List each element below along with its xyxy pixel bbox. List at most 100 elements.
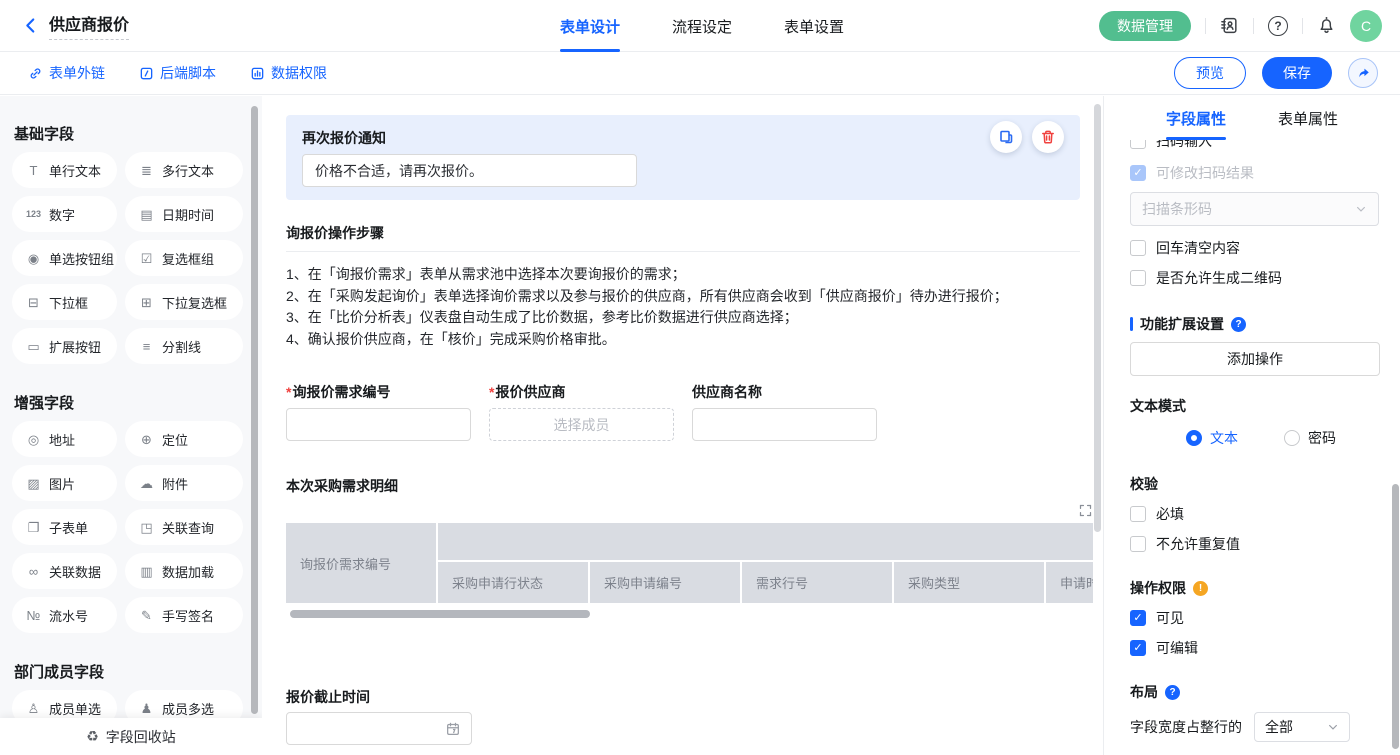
palette-item-单选按钮组[interactable]: ◉单选按钮组 [12,240,117,276]
layout-help-icon[interactable] [1165,685,1180,700]
notice-input[interactable]: 价格不合适，请再次报价。 [302,154,637,187]
panel-tabs: 字段属性 表单属性 [1104,96,1400,140]
field-type-icon: ☑ [138,252,155,265]
palette-item-复选框组[interactable]: ☑ 复选框组 [125,240,243,276]
clear-on-enter-checkbox[interactable] [1130,240,1146,256]
steps-field-label: 询报价操作步骤 [286,224,1056,242]
scan-type-select[interactable]: 扫描条形码 [1130,192,1379,226]
address-book-button[interactable] [1220,16,1239,35]
table-expand-button[interactable] [1078,503,1093,518]
field-type-icon: № [25,609,42,622]
section-bar [1130,317,1133,331]
table-horizontal-scrollbar[interactable] [290,610,590,618]
data-permission-icon [250,66,265,81]
header-tab-流程设定[interactable]: 流程设定 [672,0,732,52]
text-mode-option-密码[interactable]: 密码 [1284,428,1336,448]
field-type-icon: 123 [25,210,42,219]
palette-item-定位[interactable]: ⊕定位 [125,421,243,457]
text-mode-option-文本[interactable]: 文本 [1186,428,1238,448]
subtable-header: 询报价需求编号 采购申请行状态采购申请编号需求行号采购类型申请时间 [286,523,1093,603]
palette-item-单行文本[interactable]: T单行文本 [12,152,117,188]
permission-warning-icon[interactable] [1193,581,1208,596]
palette-item-多行文本[interactable]: ≣多行文本 [125,152,243,188]
panel-tab-表单属性[interactable]: 表单属性 [1278,96,1338,140]
field-recycle-bin[interactable]: ♻ 字段回收站 [0,718,262,755]
palette-item-label: 流水号 [49,606,88,625]
palette-item-流水号[interactable]: № 流水号 [12,597,117,633]
help-icon [1268,16,1288,36]
palette-item-关联查询[interactable]: ◳关联查询 [125,509,243,545]
panel-scrollbar[interactable] [1392,484,1399,749]
permission-checkbox[interactable] [1130,610,1146,626]
copy-field-button[interactable] [990,121,1022,153]
save-button[interactable]: 保存 [1262,57,1332,89]
delete-field-button[interactable] [1032,121,1064,153]
share-button[interactable] [1348,58,1378,88]
back-button[interactable] [22,17,39,34]
preview-button[interactable]: 预览 [1174,57,1246,89]
palette-item-附件[interactable]: ☁附件 [125,465,243,501]
recycle-icon: ♻ [86,728,99,745]
field-width-select[interactable]: 全部 [1254,712,1350,742]
palette-item-label: 成员单选 [49,699,101,718]
script-icon [139,66,154,81]
text-input[interactable] [692,408,877,441]
permission-checkbox[interactable] [1130,640,1146,656]
palette-item-数据加载[interactable]: ▥数据加载 [125,553,243,589]
step-line: 4、确认报价供应商，在「核价」完成采购价格审批。 [286,329,1056,351]
table-column-header: 采购申请行状态 [438,562,588,603]
palette-item-地址[interactable]: ◎地址 [12,421,117,457]
validation-checkbox[interactable] [1130,506,1146,522]
palette-item-label: 手写签名 [162,606,214,625]
member-picker[interactable]: 选择成员 [489,408,674,441]
validation-label: 不允许重复值 [1156,534,1240,554]
validation-checkbox[interactable] [1130,536,1146,552]
selected-field-notice[interactable]: 再次报价通知 价格不合适，请再次报价。 [286,115,1080,200]
user-avatar[interactable]: C [1350,10,1382,42]
palette-item-日期时间[interactable]: ▤日期时间 [125,196,243,232]
bell-icon [1317,16,1336,35]
palette-item-扩展按钮[interactable]: ▭扩展按钮 [12,328,117,364]
scan-input-label: 扫码输入 [1156,140,1212,151]
scan-input-checkbox[interactable] [1130,140,1146,149]
field-type-icon: ▥ [138,565,155,578]
data-permission-button[interactable]: 数据权限 [250,63,327,83]
add-action-button[interactable]: 添加操作 [1130,342,1380,376]
extension-help-icon[interactable] [1231,317,1246,332]
modify-scan-result-checkbox[interactable] [1130,165,1146,181]
field-width-label: 字段宽度占整行的 [1130,717,1242,737]
form-field-报价供应商: *报价供应商选择成员 [489,382,674,441]
palette-item-下拉框[interactable]: ⊟下拉框 [12,284,117,320]
canvas-scrollbar[interactable] [1094,104,1101,532]
notifications-button[interactable] [1317,16,1336,35]
field-type-icon: ◎ [25,433,42,446]
allow-qrcode-checkbox[interactable] [1130,270,1146,286]
help-button[interactable] [1268,16,1288,36]
backend-script-label: 后端脚本 [160,63,216,83]
palette-item-数字[interactable]: 123数字 [12,196,117,232]
deadline-field-label: 报价截止时间 [286,688,1056,706]
palette-item-label: 复选框组 [162,249,214,268]
palette-item-手写签名[interactable]: ✎手写签名 [125,597,243,633]
sidebar-scrollbar[interactable] [251,106,258,714]
header-tab-表单设置[interactable]: 表单设置 [784,0,844,52]
data-manage-button[interactable]: 数据管理 [1099,11,1191,41]
palette-item-图片[interactable]: ▨图片 [12,465,117,501]
palette-item-子表单[interactable]: ❐ 子表单 [12,509,117,545]
palette-item-关联数据[interactable]: ∞关联数据 [12,553,117,589]
panel-tab-字段属性[interactable]: 字段属性 [1166,96,1226,140]
backend-script-button[interactable]: 后端脚本 [139,63,216,83]
page-title[interactable]: 供应商报价 [49,11,129,40]
external-link-button[interactable]: 表单外链 [28,63,105,83]
palette-item-分割线[interactable]: ≡分割线 [125,328,243,364]
field-type-icon: ☁ [138,477,155,490]
header-tab-表单设计[interactable]: 表单设计 [560,0,620,52]
permission-label: 可编辑 [1156,638,1198,658]
field-type-icon: ❐ [25,521,42,534]
field-type-icon: ◉ [25,252,42,265]
field-palette: 基础字段T单行文本≣多行文本123数字▤日期时间◉单选按钮组☑复选框组⊟下拉框⊞… [0,96,262,755]
text-input[interactable] [286,408,471,441]
palette-item-label: 子表单 [49,518,88,537]
palette-item-下拉复选框[interactable]: ⊞下拉复选框 [125,284,243,320]
deadline-date-input[interactable] [286,712,472,745]
